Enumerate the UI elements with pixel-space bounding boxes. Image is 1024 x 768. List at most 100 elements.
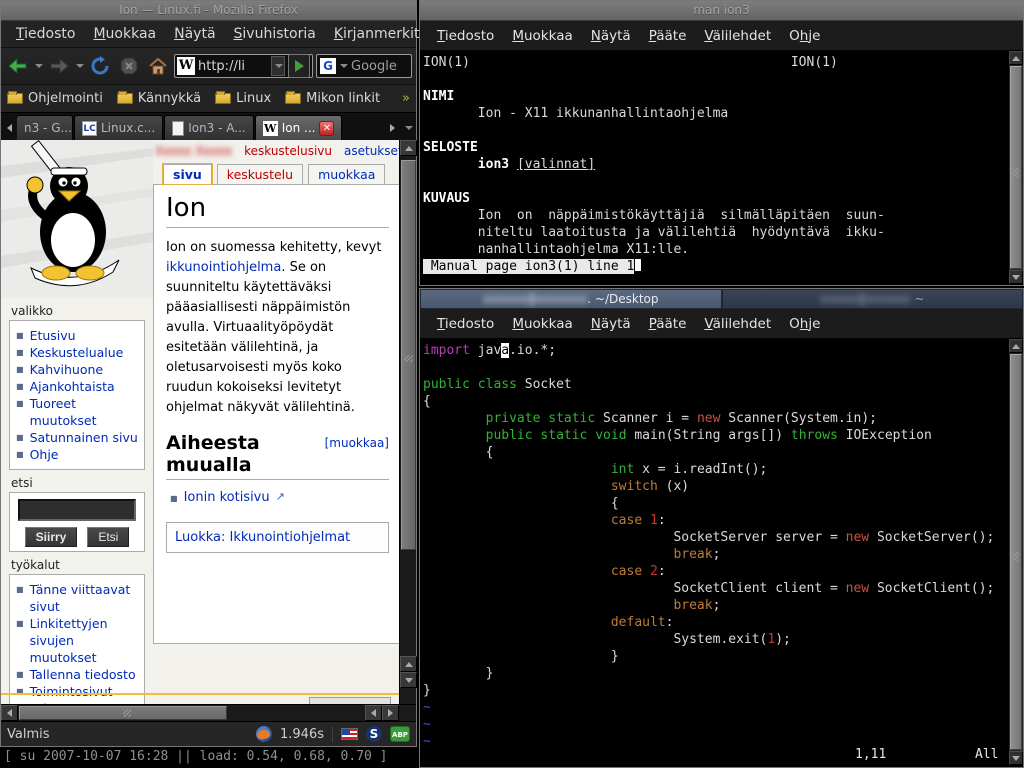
search-bar[interactable]: G Google bbox=[316, 54, 412, 78]
sidebar-nav-link[interactable]: ■Ohje bbox=[16, 446, 140, 463]
sidebar-nav-link[interactable]: ■Satunnainen sivu bbox=[16, 429, 140, 446]
menu-näytä[interactable]: Näytä bbox=[165, 26, 224, 42]
wiki-search-input[interactable] bbox=[18, 499, 136, 521]
reload-button[interactable] bbox=[87, 53, 113, 79]
sidebar-nav-link[interactable]: ■Kahvihuone bbox=[16, 361, 140, 378]
go-button[interactable] bbox=[288, 54, 310, 78]
page-tab-sivu[interactable]: sivu bbox=[163, 164, 212, 184]
term-menu-ohje[interactable]: Ohje bbox=[780, 316, 829, 332]
scroll-up-button-2[interactable] bbox=[400, 656, 417, 672]
sidebar-tool-link[interactable]: ■Tänne viittaavat sivut bbox=[16, 581, 140, 615]
sidebar-nav-link[interactable]: ■Keskustelualue bbox=[16, 344, 140, 361]
scroll-right-button[interactable] bbox=[382, 705, 399, 721]
menu-muokkaa[interactable]: Muokkaa bbox=[84, 26, 165, 42]
man-menu-muokkaa[interactable]: Muokkaa bbox=[503, 28, 581, 44]
scrapbook-icon[interactable]: S bbox=[366, 726, 382, 742]
bookmark-folder[interactable]: Mikon linkit bbox=[285, 91, 380, 106]
term-menu-muokkaa[interactable]: Muokkaa bbox=[503, 316, 581, 332]
vim-buffer-text[interactable]: import java.io.*; public class Socket{ p… bbox=[420, 339, 1008, 765]
page-tab-keskustelu[interactable]: keskustelu bbox=[217, 164, 303, 184]
search-engine-dropdown-icon[interactable] bbox=[340, 64, 348, 68]
bookmarks-overflow-chevron[interactable]: » bbox=[402, 91, 410, 106]
search-input[interactable]: Google bbox=[351, 59, 397, 74]
back-button[interactable] bbox=[5, 53, 31, 79]
firefox-frame-titlebar[interactable]: Ion — Linux.fi - Mozilla Firefox bbox=[1, 1, 416, 21]
vim-scroll-thumb[interactable] bbox=[1010, 354, 1022, 750]
scroll-left-button[interactable] bbox=[1, 705, 18, 721]
browser-tab[interactable]: WIon ...✕ bbox=[255, 115, 343, 140]
tab-scroll-left-button[interactable] bbox=[1, 115, 17, 140]
man-frame-titlebar[interactable]: man ion3 bbox=[420, 1, 1023, 21]
forward-button[interactable] bbox=[46, 53, 72, 79]
menu-kirjanmerkit[interactable]: Kirjanmerkit bbox=[325, 26, 429, 42]
fasterfox-icon[interactable] bbox=[256, 726, 272, 742]
url-input[interactable]: http://li bbox=[198, 59, 268, 74]
vim-scrollbar[interactable] bbox=[1008, 339, 1023, 765]
scroll-up-button[interactable] bbox=[400, 140, 417, 156]
bookmark-folder[interactable]: Linux bbox=[215, 91, 271, 106]
vertical-scroll-thumb[interactable] bbox=[401, 160, 416, 550]
inline-wiki-link[interactable]: ikkunointiohjelma bbox=[166, 260, 281, 275]
term-menu-välilehdet[interactable]: Välilehdet bbox=[695, 316, 780, 332]
sidebar-nav-link[interactable]: ■Tuoreet muutokset bbox=[16, 395, 140, 429]
vim-line: case 2: bbox=[423, 563, 1008, 580]
stop-button[interactable] bbox=[116, 53, 142, 79]
man-menu-pääte[interactable]: Pääte bbox=[640, 28, 696, 44]
url-bar[interactable]: W http://li bbox=[174, 54, 313, 78]
code-terminal-menubar: TiedostoMuokkaaNäytäPääteVälilehdetOhje bbox=[420, 309, 1023, 339]
bookmark-folder[interactable]: Ohjelmointi bbox=[7, 91, 103, 106]
browser-tab[interactable]: n3 - G... bbox=[17, 115, 73, 140]
censored-username-link[interactable]: Xxxxx Xxxxx bbox=[155, 144, 232, 158]
linuxfi-logo[interactable] bbox=[1, 140, 153, 298]
vim-scroll-up-button[interactable] bbox=[1009, 339, 1023, 353]
horizontal-scrollbar[interactable] bbox=[1, 704, 416, 721]
page-tab-muokkaa[interactable]: muokkaa bbox=[308, 164, 385, 184]
scroll-down-button[interactable] bbox=[400, 672, 417, 688]
term-menu-pääte[interactable]: Pääte bbox=[640, 316, 696, 332]
forward-dropdown-icon[interactable] bbox=[76, 64, 84, 68]
external-homepage-link[interactable]: Ionin kotisivu bbox=[184, 490, 270, 508]
category-box[interactable]: Luokka: Ikkunointiohjelmat bbox=[166, 522, 389, 553]
ion-frame-tab[interactable]: xxxxxx@xxxxxxx. ~/Desktop bbox=[420, 289, 722, 309]
man-scroll-down-button[interactable] bbox=[1009, 270, 1023, 284]
man-menu-tiedosto[interactable]: Tiedosto bbox=[428, 28, 503, 44]
man-menu-ohje[interactable]: Ohje bbox=[780, 28, 829, 44]
sidebar-nav-link[interactable]: ■Etusivu bbox=[16, 327, 140, 344]
adblock-plus-icon[interactable]: ABP bbox=[390, 726, 410, 742]
man-menu-näytä[interactable]: Näytä bbox=[582, 28, 640, 44]
browser-tab[interactable]: Ion3 - A... bbox=[164, 115, 254, 140]
sidebar-nav-link[interactable]: ■Ajankohtaista bbox=[16, 378, 140, 395]
man-scroll-thumb[interactable] bbox=[1010, 66, 1022, 269]
sidebar-tool-link[interactable]: ■Linkitettyjen sivujen muutokset bbox=[16, 615, 140, 666]
wiki-go-button[interactable]: Siirry bbox=[25, 527, 78, 547]
tab-list-dropdown-button[interactable] bbox=[400, 115, 416, 140]
sidebar-tool-link[interactable]: ■Toimintosivut bbox=[16, 683, 140, 700]
man-menu-välilehdet[interactable]: Välilehdet bbox=[695, 28, 780, 44]
menu-tiedosto[interactable]: Tiedosto bbox=[7, 26, 84, 42]
flag-icon[interactable] bbox=[341, 728, 358, 740]
section-edit-link[interactable]: [muokkaa] bbox=[325, 436, 389, 450]
scroll-left-button-2[interactable] bbox=[365, 705, 382, 721]
ion-frame-tab[interactable]: xxxxx@xxxxxx ~ bbox=[722, 289, 1024, 309]
sidebar-tool-link[interactable]: ■Tallenna tiedosto bbox=[16, 666, 140, 683]
man-scrollbar[interactable] bbox=[1008, 51, 1023, 284]
horizontal-scroll-thumb[interactable] bbox=[19, 706, 227, 720]
menu-sivuhistoria[interactable]: Sivuhistoria bbox=[225, 26, 325, 42]
back-dropdown-icon[interactable] bbox=[35, 64, 43, 68]
man-line bbox=[423, 71, 1008, 88]
browser-tab[interactable]: LCLinux.c... bbox=[74, 115, 163, 140]
wiki-find-button[interactable]: Etsi bbox=[87, 527, 129, 547]
url-dropdown-button[interactable] bbox=[271, 56, 285, 76]
vertical-scrollbar[interactable] bbox=[399, 140, 416, 704]
personal-link[interactable]: asetukset bbox=[344, 144, 399, 158]
term-menu-näytä[interactable]: Näytä bbox=[582, 316, 640, 332]
bookmark-folder[interactable]: Kännykkä bbox=[117, 91, 201, 106]
vim-cursor-position: 1,11 bbox=[855, 747, 886, 762]
personal-link[interactable]: keskustelusivu bbox=[244, 144, 332, 158]
tab-favicon-lc: LC bbox=[82, 121, 97, 136]
home-button[interactable] bbox=[145, 53, 171, 79]
tab-scroll-right-button[interactable] bbox=[384, 115, 400, 140]
term-menu-tiedosto[interactable]: Tiedosto bbox=[428, 316, 503, 332]
man-scroll-up-button[interactable] bbox=[1009, 51, 1023, 65]
tab-close-button[interactable]: ✕ bbox=[319, 121, 334, 136]
